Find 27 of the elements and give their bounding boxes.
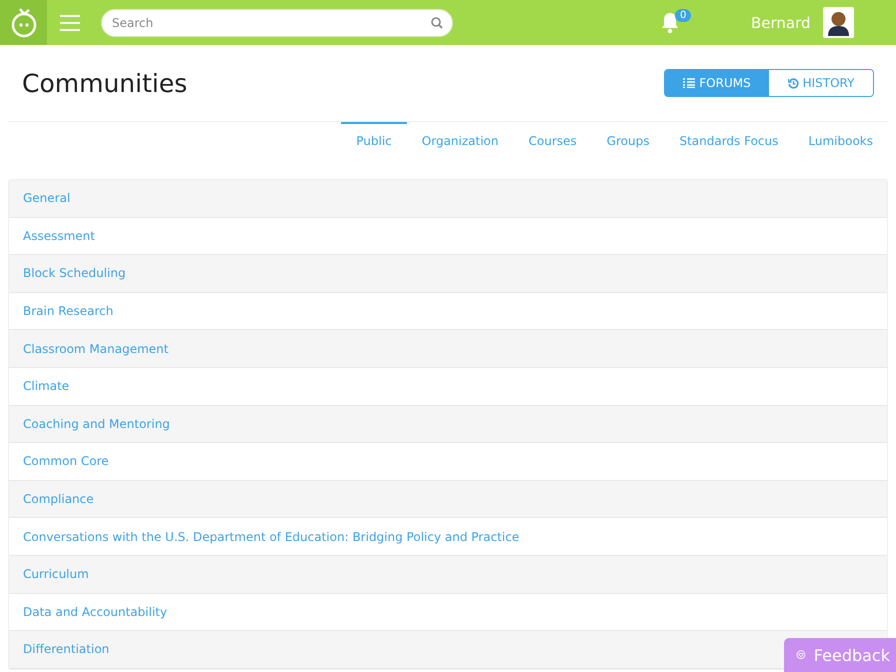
view-button[interactable]: FORUMS — [665, 70, 769, 96]
notification-count: 0 — [675, 8, 692, 22]
forum-row[interactable]: Assessment — [9, 218, 887, 256]
menu-icon[interactable] — [60, 14, 80, 30]
user-name[interactable]: Bernard — [751, 14, 811, 32]
bell-icon[interactable] — [661, 12, 679, 34]
tab[interactable]: Lumibooks — [793, 122, 888, 158]
list-icon — [683, 78, 696, 88]
forum-row[interactable]: Data and Accountability — [9, 594, 887, 632]
tab[interactable]: Public — [341, 122, 407, 158]
forum-row[interactable]: Coaching and Mentoring — [9, 406, 887, 444]
forum-row[interactable]: Curriculum — [9, 556, 887, 594]
forum-row[interactable]: General — [9, 180, 887, 218]
tab[interactable]: Organization — [406, 122, 514, 158]
tab[interactable]: Groups — [592, 122, 664, 158]
forum-row[interactable]: Block Scheduling — [9, 255, 887, 293]
search-icon — [431, 16, 443, 28]
forum-row[interactable]: Compliance — [9, 480, 887, 518]
avatar-icon[interactable] — [822, 7, 854, 38]
tab[interactable]: Courses — [514, 122, 592, 158]
feedback-button[interactable]: Feedback — [784, 638, 896, 672]
tab[interactable]: Standards Focus — [664, 122, 794, 158]
apple-logo-icon[interactable] — [0, 0, 47, 45]
search-field[interactable]: Search — [101, 8, 453, 36]
history-icon — [788, 78, 799, 88]
forum-row[interactable]: Classroom Management — [9, 330, 887, 368]
page-title: Communities — [22, 68, 188, 98]
